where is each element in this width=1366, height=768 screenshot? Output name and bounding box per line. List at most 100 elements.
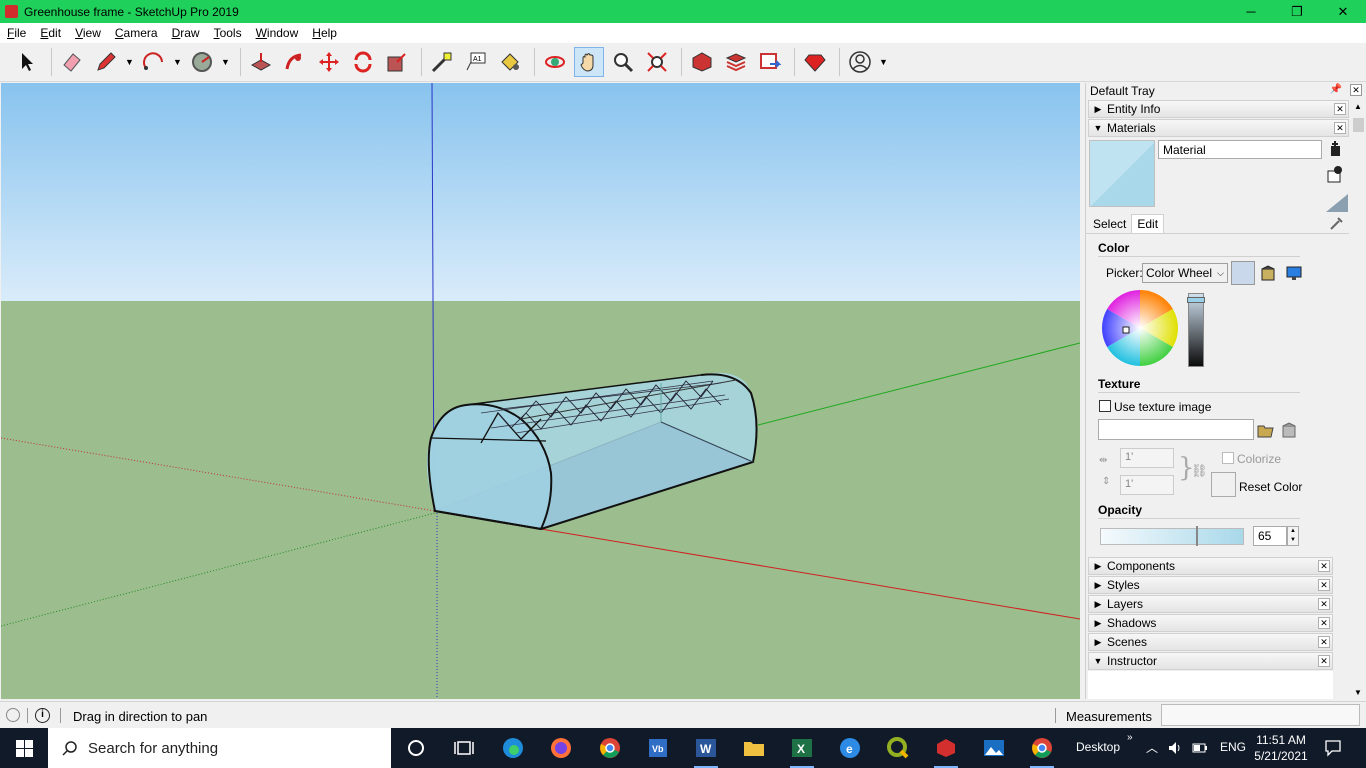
eraser-tool-icon[interactable] [57,47,87,77]
browse-folder-icon[interactable] [1257,421,1275,439]
opacity-slider[interactable] [1100,528,1244,545]
taskbar-search-box[interactable]: Search for anything [48,728,391,768]
desktop-toolbar-label[interactable]: Desktop [1076,740,1120,754]
cortana-icon[interactable] [402,734,430,762]
menu-tools[interactable]: Tools [207,26,249,40]
scroll-up-icon[interactable]: ▲ [1354,102,1362,111]
link-aspect-icon[interactable]: ⛓ [1191,463,1208,479]
panel-close-icon[interactable]: ✕ [1334,103,1346,115]
match-screen-color-icon[interactable] [1286,264,1304,282]
task-view-icon[interactable] [450,734,478,762]
material-name-field[interactable]: Material [1158,140,1322,159]
panel-close-icon[interactable]: ✕ [1318,655,1330,667]
tray-scrollbar[interactable]: ▲ ▼ [1351,100,1366,699]
panel-close-icon[interactable]: ✕ [1318,579,1330,591]
menu-edit[interactable]: Edit [33,26,68,40]
panel-instructor[interactable]: ▼ Instructor ✕ [1088,652,1333,670]
pencil-tool-icon[interactable] [91,47,121,77]
send-to-layout-icon[interactable] [755,47,785,77]
push-pull-tool-icon[interactable] [246,47,276,77]
windows-start-icon[interactable] [0,728,48,768]
reset-color-label[interactable]: Reset Color [1239,480,1302,494]
taskbar-clock[interactable]: 11:51 AM 5/21/2021 [1248,732,1314,764]
panel-close-icon[interactable]: ✕ [1318,636,1330,648]
panel-close-icon[interactable]: ✕ [1318,617,1330,629]
zoom-extents-tool-icon[interactable] [642,47,672,77]
pencil-dropdown-icon[interactable]: ▼ [125,57,135,67]
tape-measure-tool-icon[interactable] [427,47,457,77]
virtualbox-icon[interactable]: Vb [644,734,672,762]
chrome-icon[interactable] [596,734,624,762]
photos-icon[interactable] [980,734,1008,762]
minimize-button[interactable]: ─ [1228,0,1274,23]
menu-help[interactable]: Help [305,26,344,40]
create-material-icon[interactable] [1326,140,1344,158]
material-preview-swatch[interactable] [1089,140,1155,207]
orbit-tool-icon[interactable] [540,47,570,77]
file-explorer-icon[interactable] [740,734,768,762]
panel-styles[interactable]: ▶ Styles ✕ [1088,576,1333,594]
sample-paint-icon[interactable] [1326,165,1344,183]
word-icon[interactable]: W [692,734,720,768]
panel-close-icon[interactable]: ✕ [1318,598,1330,610]
edit-texture-icon[interactable] [1281,421,1299,439]
firefox-icon[interactable] [547,734,575,762]
measurements-input[interactable] [1161,704,1360,726]
panel-close-icon[interactable]: ✕ [1334,122,1346,134]
arc-tool-icon[interactable] [139,47,169,77]
scale-tool-icon[interactable] [382,47,412,77]
arc-dropdown-icon[interactable]: ▼ [173,57,183,67]
excel-icon[interactable]: X [788,734,816,768]
follow-me-tool-icon[interactable] [280,47,310,77]
picker-select[interactable]: Color Wheel ⌵ [1142,263,1228,283]
menu-draw[interactable]: Draw [165,26,207,40]
sketchup-app-icon[interactable] [5,5,18,18]
menu-camera[interactable]: Camera [108,26,165,40]
panel-layers[interactable]: ▶ Layers ✕ [1088,595,1333,613]
edge-icon[interactable] [499,734,527,762]
3d-warehouse-icon[interactable] [687,47,717,77]
panel-scenes[interactable]: ▶ Scenes ✕ [1088,633,1333,651]
move-tool-icon[interactable] [314,47,344,77]
opacity-spinner[interactable]: ▲ ▼ [1287,526,1299,546]
brightness-slider[interactable] [1188,293,1204,367]
shape-dropdown-icon[interactable]: ▼ [221,57,231,67]
account-icon[interactable] [845,47,875,77]
menu-window[interactable]: Window [249,26,306,40]
paint-bucket-tool-icon[interactable] [495,47,525,77]
pin-icon[interactable]: 📌 [1330,84,1342,95]
close-button[interactable]: ✕ [1320,0,1366,23]
volume-icon[interactable] [1167,740,1183,756]
menu-file[interactable]: File [0,26,33,40]
tray-close-icon[interactable]: ✕ [1350,84,1362,96]
toolbar-overflow-icon[interactable]: » [1127,732,1133,743]
reset-color-swatch[interactable] [1211,472,1236,497]
colorize-checkbox[interactable] [1222,452,1234,464]
panel-close-icon[interactable]: ✕ [1318,560,1330,572]
menu-view[interactable]: View [68,26,108,40]
app-e-icon[interactable]: e [836,734,864,762]
show-hidden-icons-icon[interactable]: ︿ [1146,739,1158,756]
extension-manager-icon[interactable] [800,47,830,77]
panel-entity-info[interactable]: ▶ Entity Info ✕ [1088,100,1349,118]
opacity-value-field[interactable]: 65 [1253,526,1287,546]
eyedropper-icon[interactable] [1329,215,1345,231]
text-tool-icon[interactable]: A1 [461,47,491,77]
scroll-thumb[interactable] [1353,118,1364,132]
notifications-icon[interactable] [1324,739,1342,757]
instructor-info-icon[interactable]: i [35,708,50,723]
select-tool-icon[interactable] [12,47,42,77]
model-viewport[interactable] [1,83,1080,699]
account-dropdown-icon[interactable]: ▼ [879,57,889,67]
pan-tool-icon[interactable] [574,47,604,77]
extension-warehouse-icon[interactable] [721,47,751,77]
tab-select[interactable]: Select [1088,215,1131,233]
texture-path-field[interactable] [1098,419,1254,440]
language-indicator[interactable]: ENG [1220,740,1246,754]
texture-width-field[interactable]: 1' [1120,448,1174,468]
rotate-tool-icon[interactable] [348,47,378,77]
match-model-color-icon[interactable] [1260,264,1278,282]
battery-icon[interactable] [1192,742,1208,754]
current-color-swatch[interactable] [1231,261,1255,285]
brightness-handle[interactable] [1187,297,1205,303]
